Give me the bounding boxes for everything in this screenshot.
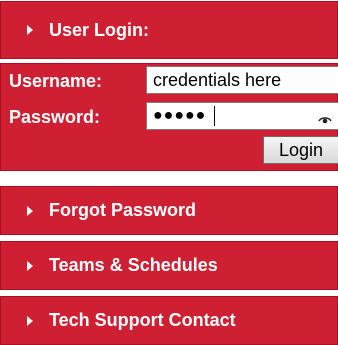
username-input[interactable] <box>146 66 338 94</box>
password-row: Password: <box>9 102 145 132</box>
username-label: Username: <box>9 70 103 91</box>
nav-item-forgot-password[interactable]: Forgot Password <box>0 186 338 235</box>
nav-item-teams-schedules[interactable]: Teams & Schedules <box>0 241 338 290</box>
user-login-header[interactable]: User Login: <box>0 1 338 59</box>
arrow-right-icon <box>27 315 33 326</box>
arrow-right-icon <box>27 260 33 271</box>
login-form: Username: Password: ●●●●● Login <box>0 63 338 171</box>
arrow-right-icon <box>27 205 33 216</box>
nav-item-content: Forgot Password <box>1 187 337 234</box>
nav-item-content: Teams & Schedules <box>1 242 337 289</box>
nav-item-label: Forgot Password <box>49 200 197 220</box>
login-button[interactable]: Login <box>263 136 338 164</box>
username-row: Username: <box>9 66 145 96</box>
nav-item-label: Teams & Schedules <box>49 255 218 275</box>
password-dots: ●●●●● <box>153 107 207 124</box>
arrow-right-icon <box>27 25 33 35</box>
user-login-title: User Login: <box>49 19 150 40</box>
eye-icon[interactable] <box>318 110 332 124</box>
password-input[interactable]: ●●●●● <box>146 102 338 130</box>
nav-item-tech-support[interactable]: Tech Support Contact <box>0 296 338 345</box>
nav-item-label: Tech Support Contact <box>49 310 236 330</box>
password-label: Password: <box>9 106 101 127</box>
user-login-header-content: User Login: <box>1 2 337 58</box>
text-cursor <box>214 106 216 126</box>
nav-item-content: Tech Support Contact <box>1 297 337 344</box>
